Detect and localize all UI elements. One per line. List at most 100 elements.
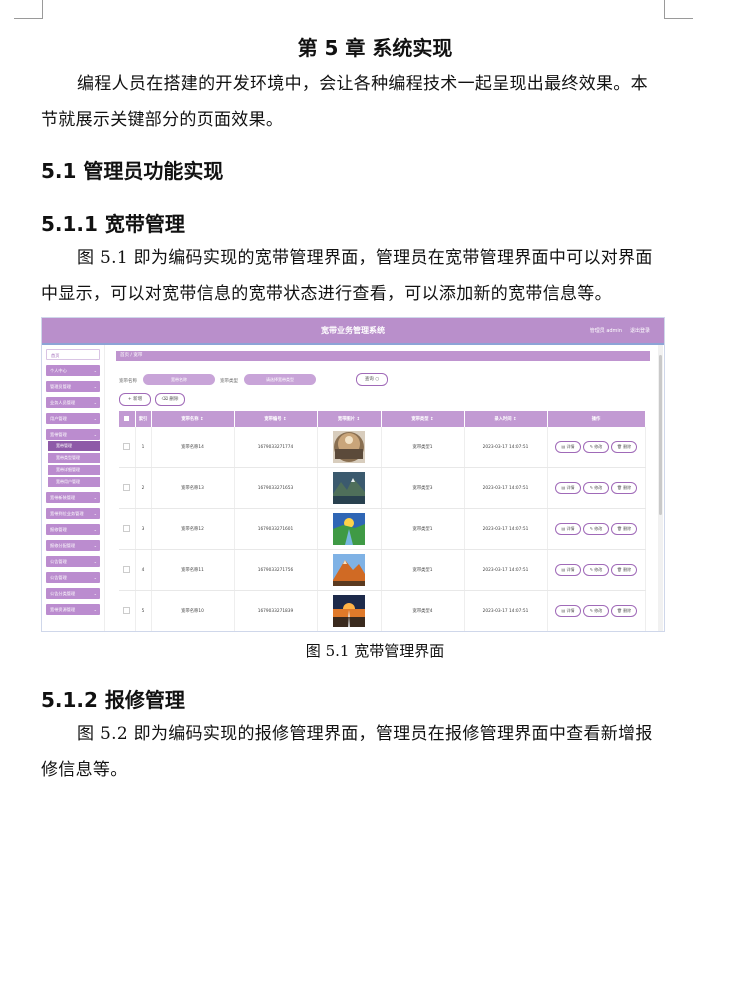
page-corner-mark-right (664, 0, 693, 19)
column-header[interactable]: 索引 (135, 411, 152, 427)
chevron-down-icon: ⌄ (93, 400, 97, 405)
sidebar-item[interactable]: 首页 (46, 349, 100, 360)
row-checkbox[interactable] (123, 483, 131, 491)
sidebar-item[interactable]: 宽带管理 ⌄ (46, 429, 100, 440)
time-cell: 2023-03-17 14:07:51 (464, 508, 548, 550)
logout-link[interactable]: 退出登录 (630, 327, 650, 334)
filter-name-input[interactable]: 宽带名称 (143, 374, 215, 385)
image-cell (317, 467, 382, 509)
add-button[interactable]: + 新增 (119, 393, 151, 406)
detail-button[interactable]: ▤ 详情 (555, 441, 581, 453)
time-cell: 2023-03-17 14:07:51 (464, 590, 548, 631)
delete-button[interactable]: 🗑 删除 (611, 482, 637, 494)
sidebar-item[interactable]: 管理员管理 ⌄ (46, 381, 100, 392)
table-row[interactable]: 2 宽带名称13 1679033271653 宽带类型3 2023-03-17 14:0… (119, 467, 646, 509)
detail-button[interactable]: ▤ 详情 (555, 605, 581, 617)
delete-button[interactable]: 🗑 删除 (611, 605, 637, 617)
edit-button[interactable]: ✎ 修改 (583, 482, 609, 494)
filter-type-select[interactable]: 请选择宽带类型 (244, 374, 316, 385)
detail-button[interactable]: ▤ 详情 (555, 482, 581, 494)
sidebar-item[interactable]: 公告管理 ⌄ (46, 556, 100, 567)
sidebar-subitem-label: 宽带管理 (56, 443, 72, 448)
edit-button[interactable]: ✎ 修改 (583, 605, 609, 617)
column-header[interactable]: 宽带名称 ↕ (151, 411, 235, 427)
batch-delete-button[interactable]: ⌫ 删除 (155, 393, 185, 406)
table-row[interactable]: 1 宽带名称14 1679033271774 宽带类型1 2023-03-17 14:0… (119, 427, 646, 468)
image-cell (317, 549, 382, 591)
query-button[interactable]: 查询 ○ (356, 373, 388, 386)
delete-button[interactable]: 🗑 删除 (611, 441, 637, 453)
sidebar-item[interactable]: 报修管理 ⌄ (46, 524, 100, 535)
table-row[interactable]: 5 宽带名称10 1679033271839 宽带类型4 2023-03-17 14:0… (119, 590, 646, 631)
column-header[interactable]: 宽带编号 ↕ (234, 411, 318, 427)
sidebar-item[interactable]: 宽带资源管理 ⌄ (46, 604, 100, 615)
row-checkbox[interactable] (123, 524, 131, 532)
sidebar-item[interactable]: 公告管理 ⌄ (46, 572, 100, 583)
table-row[interactable]: 4 宽带名称11 1679033271756 宽带类型1 2023-03-17 14:0… (119, 549, 646, 591)
type-cell: 宽带类型4 (381, 590, 465, 631)
edit-button[interactable]: ✎ 修改 (583, 564, 609, 576)
sidebar-item[interactable]: 宽带新装管理 ⌄ (46, 492, 100, 503)
sidebar-subitem[interactable]: 宽带类型管理 (48, 453, 100, 463)
section-heading-5-1: 5.1 管理员功能实现 (41, 159, 224, 183)
row-checkbox[interactable] (123, 565, 131, 573)
row-checkbox-cell (119, 467, 136, 509)
time-cell: 2023-03-17 14:07:51 (464, 427, 548, 468)
column-header[interactable]: 宽带图片 ↕ (317, 411, 382, 427)
select-all-checkbox[interactable] (124, 415, 130, 421)
section-heading-5-1-2: 5.1.2 报修管理 (41, 688, 185, 712)
name-cell: 宽带名称11 (151, 549, 235, 591)
image-cell (317, 508, 382, 550)
sidebar-item[interactable]: 宽带到位业务管理 ⌄ (46, 508, 100, 519)
sidebar-item[interactable]: 报修分配管理 ⌄ (46, 540, 100, 551)
chevron-down-icon: ⌄ (93, 575, 97, 580)
detail-button[interactable]: ▤ 详情 (555, 523, 581, 535)
filter-label-name: 宽带名称 (119, 379, 137, 384)
sidebar-item-label: 宽带到位业务管理 (50, 511, 84, 516)
edit-button[interactable]: ✎ 修改 (583, 523, 609, 535)
name-cell: 宽带名称14 (151, 427, 235, 468)
sidebar-item-label: 报修分配管理 (50, 543, 76, 548)
row-checkbox-cell (119, 590, 136, 631)
app-top-bar: 宽带业务管理系统 管理员 admin 退出登录 (42, 318, 664, 345)
figure-broadband-management-screenshot: 宽带业务管理系统 管理员 admin 退出登录 首页 个人中心 ⌄ 管理员管理 ⌄ 业务人… (41, 317, 665, 632)
broadband-image[interactable] (333, 472, 365, 504)
delete-button[interactable]: 🗑 删除 (611, 564, 637, 576)
actions-cell: ▤ 详情 ✎ 修改 🗑 删除 (547, 467, 646, 509)
edit-button[interactable]: ✎ 修改 (583, 441, 609, 453)
detail-button[interactable]: ▤ 详情 (555, 564, 581, 576)
table-body: 1 宽带名称14 1679033271774 宽带类型1 2023-03-17 14:0… (119, 427, 646, 631)
paragraph-5-1-2: 图 5.2 即为编码实现的报修管理界面，管理员在报修管理界面中查看新增报修信息等… (41, 724, 653, 780)
sidebar-item[interactable]: 个人中心 ⌄ (46, 365, 100, 376)
broadband-image[interactable] (333, 554, 365, 586)
column-header[interactable]: 宽带类型 ↕ (381, 411, 465, 427)
scrollbar[interactable] (658, 345, 663, 631)
row-checkbox-cell (119, 508, 136, 550)
broadband-table: 索引 宽带名称 ↕ 宽带编号 ↕ 宽带图片 ↕ 宽带类型 ↕ 录入时间 ↕ 操作 1 宽带名称… (119, 411, 646, 631)
name-cell: 宽带名称10 (151, 590, 235, 631)
chevron-down-icon: ⌄ (93, 543, 97, 548)
sidebar-subitem[interactable]: 宽带详细管理 (48, 465, 100, 475)
row-checkbox[interactable] (123, 606, 131, 614)
sidebar-subitem[interactable]: 宽带管理 (48, 441, 100, 451)
table-row[interactable]: 3 宽带名称12 1679033271601 宽带类型1 2023-03-17 14:0… (119, 508, 646, 550)
broadband-image[interactable] (333, 431, 365, 463)
actions-cell: ▤ 详情 ✎ 修改 🗑 删除 (547, 590, 646, 631)
column-header[interactable]: 操作 (547, 411, 646, 427)
column-header[interactable]: 录入时间 ↕ (464, 411, 548, 427)
row-checkbox[interactable] (123, 442, 131, 450)
image-cell (317, 427, 382, 468)
sidebar-item-label: 管理员管理 (50, 384, 71, 389)
code-cell: 1679033271601 (234, 508, 318, 550)
sidebar-item[interactable]: 业务人员管理 ⌄ (46, 397, 100, 408)
sidebar-subitem[interactable]: 宽带用户管理 (48, 477, 100, 487)
image-cell (317, 590, 382, 631)
sidebar-item-label: 用户管理 (50, 416, 67, 421)
scrollbar-thumb[interactable] (659, 355, 662, 515)
broadband-image[interactable] (333, 595, 365, 627)
broadband-image[interactable] (333, 513, 365, 545)
sidebar-item[interactable]: 用户管理 ⌄ (46, 413, 100, 424)
column-header[interactable] (119, 411, 136, 427)
delete-button[interactable]: 🗑 删除 (611, 523, 637, 535)
sidebar-item[interactable]: 公告分类管理 ⌄ (46, 588, 100, 599)
